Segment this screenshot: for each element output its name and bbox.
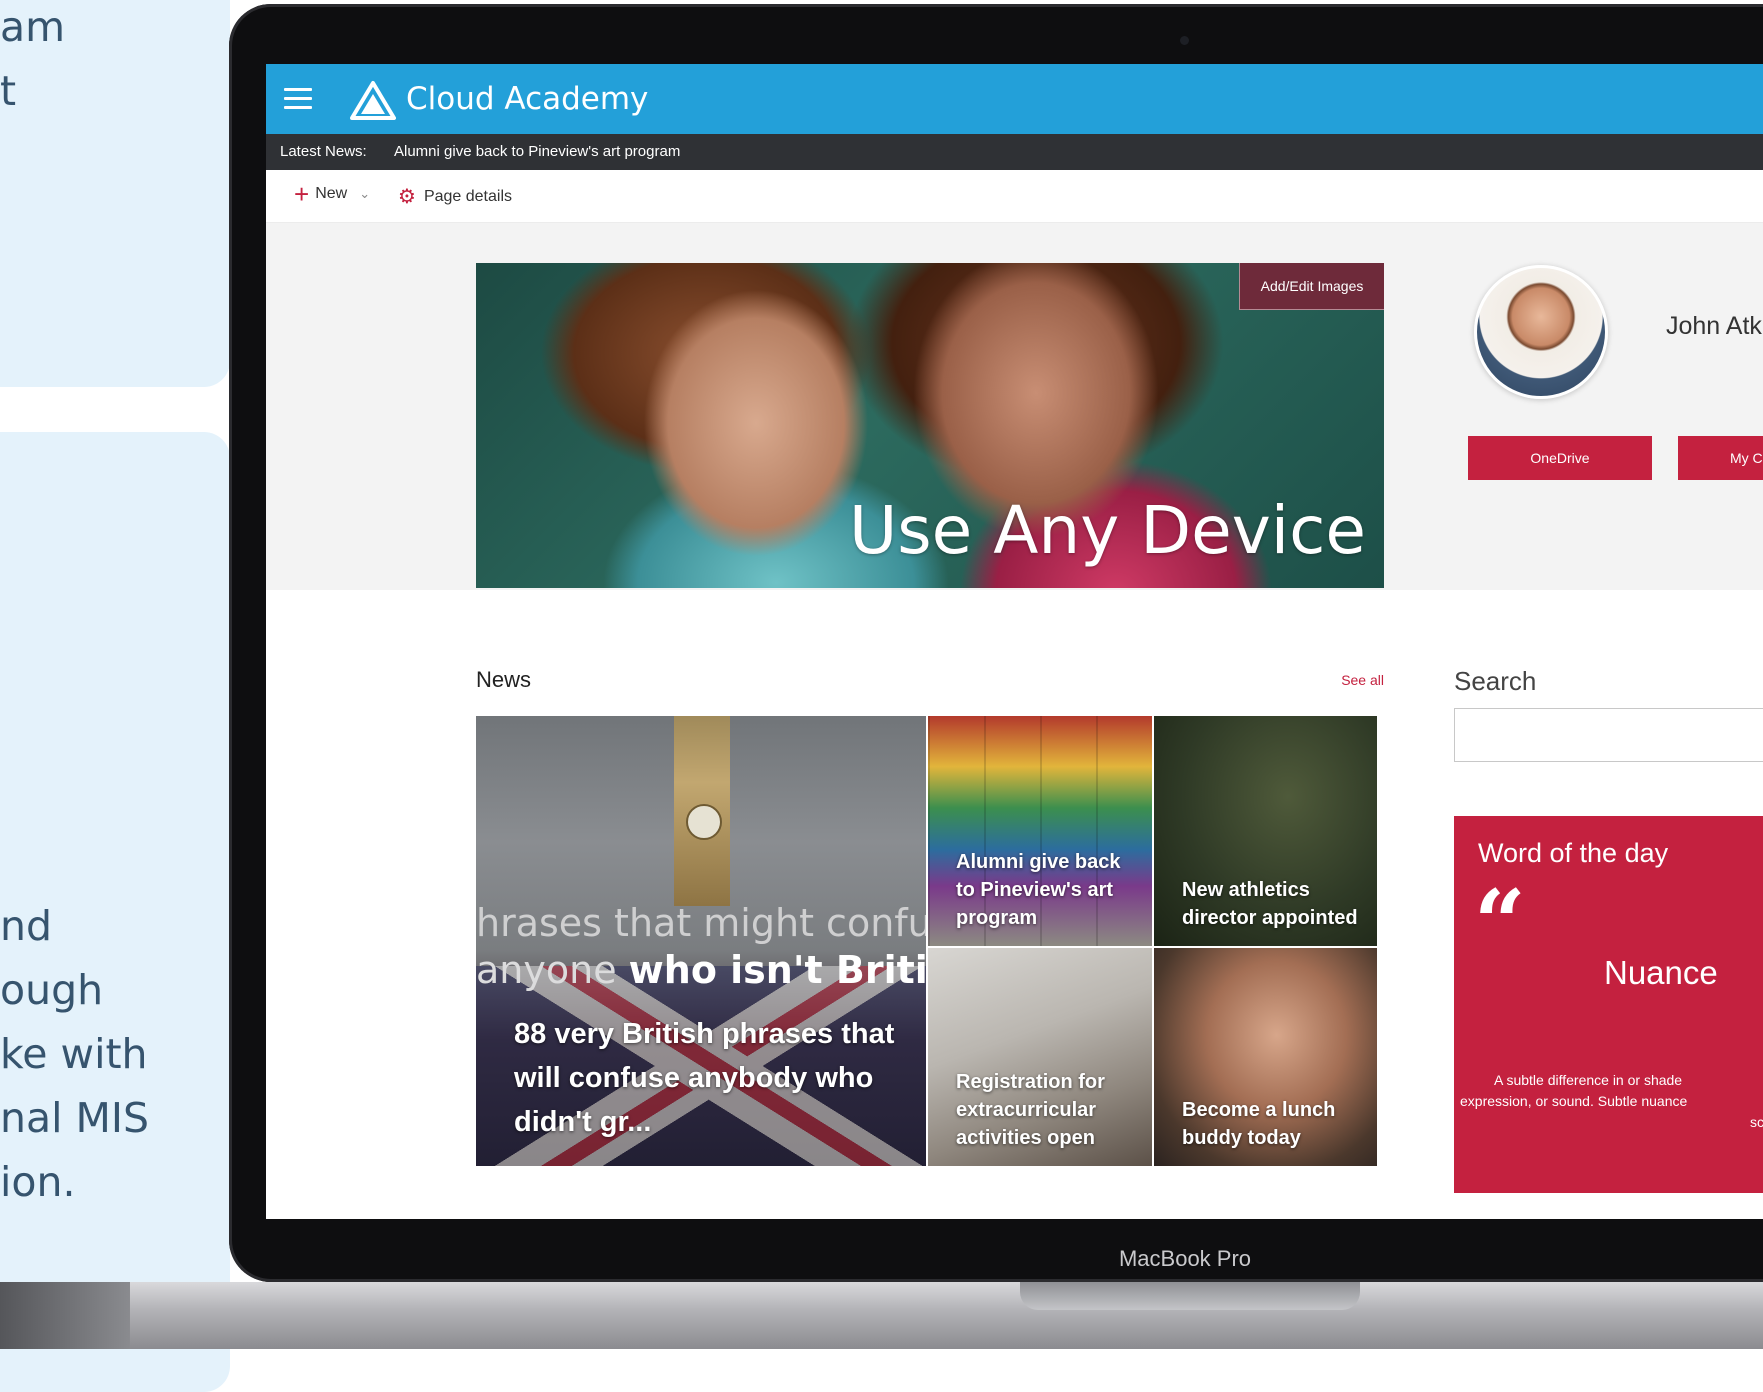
background-text-line: nd <box>0 902 53 950</box>
news-heading: News <box>476 667 532 692</box>
image-overlay-text-bold: who isn't British <box>628 948 926 992</box>
page-details-label: Page details <box>423 187 512 205</box>
avatar[interactable] <box>1474 265 1608 399</box>
word-term: Nuance <box>1604 954 1718 991</box>
hero-image[interactable]: Add/Edit Images Use Any Device <box>476 263 1384 588</box>
news-tile-title: Registration for extracurricular activit… <box>956 1071 1105 1149</box>
word-card-title: Word of the day <box>1478 838 1669 868</box>
image-overlay-text: anyone who isn't British <box>476 948 926 992</box>
news-tile-title: 88 very British phrases that will confus… <box>514 1018 895 1138</box>
laptop-hinge-notch <box>1020 1282 1360 1310</box>
news-tile[interactable]: Alumni give back to Pineview's art progr… <box>928 716 1152 946</box>
new-button[interactable]: + New ⌄ <box>294 179 371 209</box>
user-name: John Atk <box>1666 312 1762 340</box>
background-text-line: am <box>0 3 66 51</box>
page-details-button[interactable]: ⚙ Page details <box>398 184 512 209</box>
news-tile[interactable]: Become a lunch buddy today <box>1154 948 1377 1166</box>
word-definition-line: A subtle difference in or shade <box>1494 1072 1683 1088</box>
image-overlay-text: hrases that might confuse <box>476 901 926 945</box>
background-text-line: ke with <box>0 1030 148 1078</box>
suite-bar: Cloud Academy <box>266 64 1763 134</box>
word-definition-line: expression, or sound. Subtle nuance <box>1460 1093 1688 1109</box>
quote-icon: “ <box>1474 870 1526 976</box>
news-tile-title: New athletics director appointed <box>1182 879 1358 929</box>
command-bar: + New ⌄ ⚙ Page details <box>266 170 1763 223</box>
background-text-top: am t <box>0 0 65 123</box>
my-courses-button[interactable]: My C <box>1678 436 1763 480</box>
chevron-down-icon: ⌄ <box>359 186 371 201</box>
hamburger-menu-icon[interactable] <box>284 88 312 110</box>
triangle-logo-icon[interactable] <box>350 80 396 120</box>
news-tile[interactable]: Registration for extracurricular activit… <box>928 948 1152 1166</box>
ticker-item-link[interactable]: Alumni give back to Pineview's art progr… <box>394 134 680 170</box>
background-text-line: t <box>0 67 17 115</box>
background-text-line: ion. <box>0 1158 76 1206</box>
onedrive-button[interactable]: OneDrive <box>1468 436 1652 480</box>
word-of-the-day-card: Word of the day “ Nuance A subtle differ… <box>1454 816 1763 1193</box>
background-text-line: ough <box>0 966 104 1014</box>
hero-caption: Use Any Device <box>848 492 1366 569</box>
laptop-screen: Cloud Academy Latest News: Alumni give b… <box>266 64 1763 1219</box>
background-text-bottom: nd ough ke with nal MIS ion. <box>0 894 149 1214</box>
search-input[interactable] <box>1454 708 1763 762</box>
laptop-brand-label: MacBook Pro <box>1118 1246 1252 1271</box>
news-tile[interactable]: New athletics director appointed <box>1154 716 1377 946</box>
background-text-line: nal MIS <box>0 1094 150 1142</box>
site-title[interactable]: Cloud Academy <box>406 80 648 118</box>
gear-icon: ⚙ <box>398 186 416 208</box>
news-tile-title: Become a lunch buddy today <box>1182 1099 1336 1149</box>
new-button-label: New <box>315 185 348 202</box>
word-definition: A subtle difference in or shade expressi… <box>1460 1070 1763 1133</box>
search-label: Search <box>1454 666 1537 696</box>
ticker-label: Latest News: <box>280 143 367 160</box>
news-tile-title: Alumni give back to Pineview's art progr… <box>956 851 1121 929</box>
news-ticker: Latest News: Alumni give back to Pinevie… <box>266 134 1763 170</box>
clock-image <box>686 804 722 840</box>
laptop-base <box>0 1282 1763 1349</box>
word-definition-line: scre <box>1750 1114 1763 1130</box>
see-all-link[interactable]: See all <box>1336 672 1384 688</box>
camera-icon <box>1180 36 1189 45</box>
news-tile-featured[interactable]: hrases that might confuse anyone who isn… <box>476 716 926 1166</box>
laptop-base-edge <box>0 1282 130 1349</box>
add-edit-images-button[interactable]: Add/Edit Images <box>1239 263 1384 310</box>
image-overlay-text-part: anyone <box>476 948 629 992</box>
plus-icon: + <box>294 179 310 209</box>
